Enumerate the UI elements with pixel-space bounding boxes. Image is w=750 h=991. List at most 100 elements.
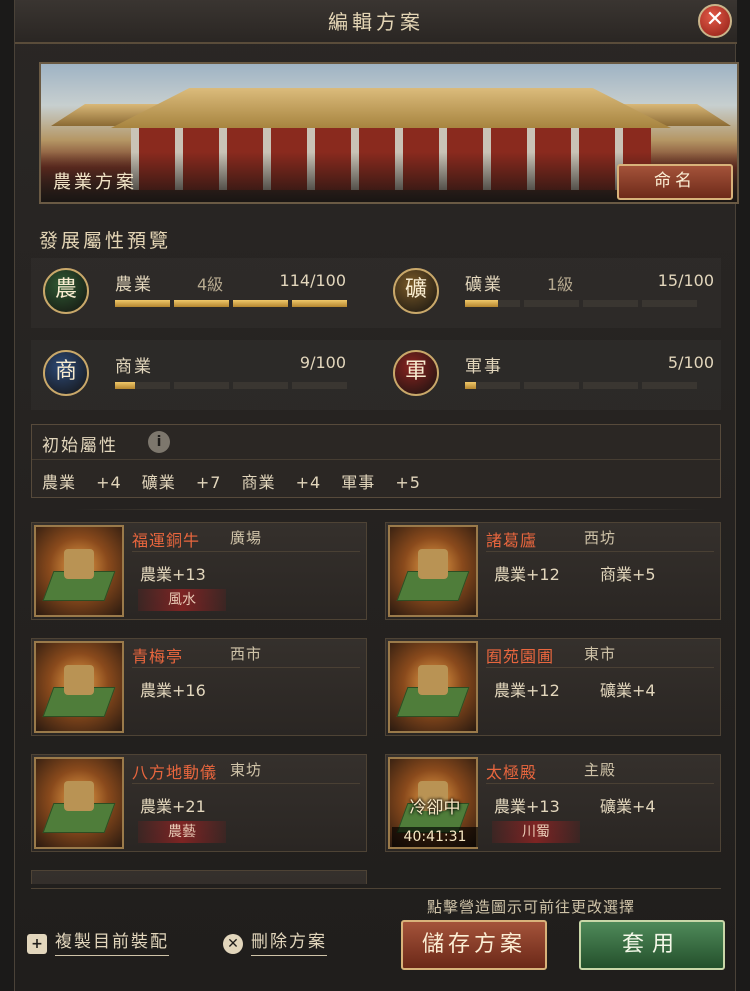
attribute-mining: 礦 礦業 1級 15/100 (381, 258, 726, 328)
progress-segment (292, 300, 347, 307)
thumbnail-structure (64, 549, 94, 579)
building-name: 諸葛廬 (486, 531, 538, 550)
edit-plan-window: 編輯方案 農業方案 命名 發展屬性預覽 農 農業 4級 114/100 礦 礦業… (14, 0, 739, 991)
cooldown-label: 冷卻中 (409, 798, 461, 818)
building-thumbnail[interactable] (34, 641, 124, 733)
building-card[interactable]: 囿苑園圃 東市 農業+12 礦業+4 (385, 638, 721, 736)
thumbnail-structure (418, 665, 448, 695)
building-bonus: 農業+16 (140, 681, 206, 700)
attribute-progress-bar (115, 382, 347, 389)
progress-fill (233, 300, 288, 307)
initial-attributes-title: 初始屬性 (42, 436, 118, 456)
building-bonus: 農業+21 (140, 797, 206, 816)
progress-segment (174, 382, 229, 389)
rename-button[interactable]: 命名 (617, 164, 733, 200)
commerce-icon: 商 (43, 350, 89, 396)
building-location: 東坊 (230, 761, 263, 779)
attribute-preview-panel: 農 農業 4級 114/100 礦 礦業 1級 15/100 商 商業 9/10… (31, 258, 721, 410)
info-icon[interactable]: i (148, 431, 170, 453)
building-thumbnail[interactable] (388, 525, 478, 617)
building-name: 青梅亭 (132, 647, 184, 666)
building-thumbnail[interactable] (388, 641, 478, 733)
mining-icon: 礦 (393, 268, 439, 314)
attribute-progress-bar (465, 300, 697, 307)
save-plan-button[interactable]: 儲存方案 (401, 920, 547, 970)
building-location: 西坊 (584, 529, 617, 547)
delete-icon[interactable]: ✕ (223, 934, 243, 954)
progress-segment (292, 382, 347, 389)
building-card[interactable]: 福運銅牛 廣場 農業+13 風水 (31, 522, 367, 620)
window-title: 編輯方案 (15, 0, 737, 44)
progress-fill (465, 300, 498, 307)
progress-segment (174, 300, 229, 307)
progress-fill (115, 382, 135, 389)
progress-segment (465, 382, 520, 389)
divider (32, 459, 720, 460)
card-divider (132, 551, 360, 552)
progress-fill (292, 300, 347, 307)
progress-fill (465, 382, 476, 389)
building-tag: 農藝 (138, 821, 226, 843)
building-location: 主殿 (584, 761, 617, 779)
card-divider (486, 551, 714, 552)
close-button[interactable]: ✕ (698, 4, 732, 38)
building-card[interactable]: 八方地動儀 東坊農業+21 農藝 (31, 754, 367, 852)
card-divider (132, 783, 360, 784)
building-card-partial[interactable] (31, 870, 367, 884)
building-thumbnail[interactable]: 冷卻中 40:41:31 (388, 757, 478, 849)
progress-segment (233, 382, 288, 389)
card-divider (132, 667, 360, 668)
building-bonus: 農業+13 (140, 565, 206, 584)
attribute-level: 1級 (547, 275, 574, 294)
copy-icon[interactable]: + (27, 934, 47, 954)
building-name: 囿苑園圃 (486, 647, 555, 666)
attribute-row: 農 農業 4級 114/100 礦 礦業 1級 15/100 (31, 258, 721, 328)
initial-attributes-box: 初始屬性 i 農業 +4 礦業 +7 商業 +4 軍事 +5 (31, 424, 721, 498)
plan-name: 農業方案 (53, 172, 137, 193)
progress-segment (524, 382, 579, 389)
progress-segment (583, 382, 638, 389)
palace-roof-upper (111, 88, 671, 128)
building-thumbnail[interactable] (34, 525, 124, 617)
building-card[interactable]: 冷卻中 40:41:31 太極殿 主殿 農業+13 礦業+4 川蜀 (385, 754, 721, 852)
delete-plan-link[interactable]: 刪除方案 (251, 930, 327, 956)
attribute-name: 農業 (115, 275, 153, 295)
attribute-agriculture: 農 農業 4級 114/100 (31, 258, 376, 328)
progress-fill (174, 300, 229, 307)
military-icon: 軍 (393, 350, 439, 396)
progress-segment (465, 300, 520, 307)
card-divider (486, 667, 714, 668)
attribute-progress-bar (115, 300, 347, 307)
preview-title: 發展屬性預覽 (39, 230, 172, 252)
attribute-value: 15/100 (657, 271, 714, 290)
plan-banner: 農業方案 命名 (39, 62, 739, 204)
attribute-name: 商業 (115, 357, 153, 377)
building-bonus: 農業+12 (494, 565, 560, 584)
building-location: 廣場 (230, 529, 263, 547)
cooldown-timer: 40:41:31 (392, 827, 478, 847)
footer-divider (31, 888, 721, 889)
progress-segment (642, 382, 697, 389)
building-location: 西市 (230, 645, 263, 663)
building-bonus: 農業+12 (494, 681, 560, 700)
building-bonus: 商業+5 (600, 565, 656, 584)
progress-segment (115, 300, 170, 307)
progress-segment (524, 300, 579, 307)
thumbnail-structure (64, 781, 94, 811)
agriculture-icon: 農 (43, 268, 89, 314)
building-card[interactable]: 青梅亭 西市農業+16 (31, 638, 367, 736)
attribute-value: 5/100 (667, 353, 714, 372)
apply-button[interactable]: 套用 (579, 920, 725, 970)
building-name: 八方地動儀 (132, 763, 218, 782)
attribute-progress-bar (465, 382, 697, 389)
building-thumbnail[interactable] (34, 757, 124, 849)
copy-current-setup-link[interactable]: 複製目前裝配 (55, 930, 169, 956)
attribute-commerce: 商 商業 9/100 (31, 340, 376, 410)
building-tag: 風水 (138, 589, 226, 611)
building-location: 東市 (584, 645, 617, 663)
building-card[interactable]: 諸葛廬 西坊農業+12 商業+5 (385, 522, 721, 620)
progress-segment (583, 300, 638, 307)
attribute-row: 商 商業 9/100 軍 軍事 5/100 (31, 340, 721, 410)
attribute-name: 礦業 (465, 275, 503, 295)
attribute-name: 軍事 (465, 357, 503, 377)
